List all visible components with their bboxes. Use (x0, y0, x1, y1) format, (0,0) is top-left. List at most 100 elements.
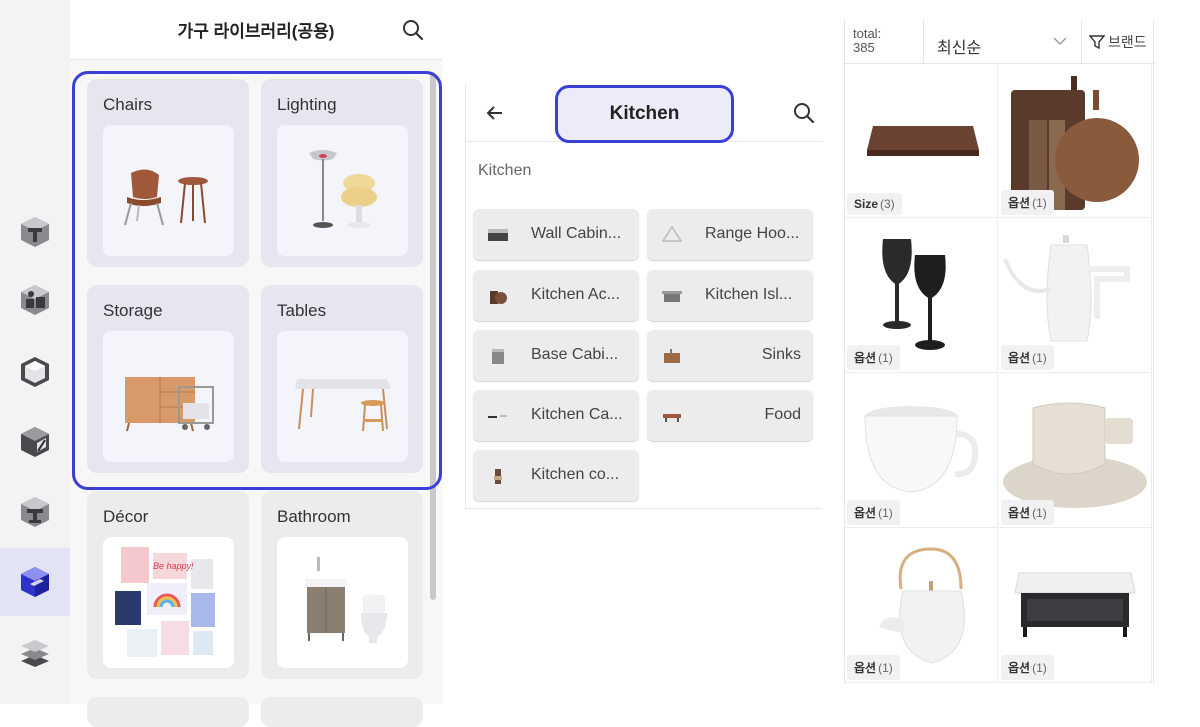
kitchen-item-label: Kitchen Isl... (705, 286, 793, 303)
total-count: total: 385 (853, 27, 913, 55)
kitchen-item-label: Sinks (761, 346, 801, 363)
wall-cabinet-icon (488, 229, 508, 241)
divider (1081, 20, 1082, 64)
kitchen-subtitle: Kitchen (478, 162, 532, 179)
category-label: Storage (103, 301, 163, 320)
total-value: 385 (853, 40, 875, 55)
kitchen-accessory-icon (490, 291, 507, 304)
category-more-2[interactable] (261, 697, 423, 727)
room-tool-button[interactable] (0, 338, 70, 406)
kitchen-item-food[interactable]: Food (647, 390, 813, 441)
product-card[interactable]: 옵션 (1) (999, 219, 1152, 373)
vanity-toilet-icon (305, 557, 387, 643)
decor-poster-text: Be happy! (153, 561, 194, 571)
storage-thumbnail (103, 331, 234, 462)
table-icon (295, 379, 391, 432)
kitchen-counter-icon (494, 469, 502, 484)
kitchen-item-label: Kitchen co... (531, 466, 620, 483)
category-decor[interactable]: Décor Be happy! (87, 491, 249, 679)
library-tool-button[interactable] (0, 548, 70, 616)
chair-icon (124, 169, 208, 226)
product-card[interactable]: 옵션 (1) (845, 219, 998, 373)
kitchen-item-base-cabinets[interactable]: Base Cabi... (473, 330, 639, 381)
range-hood-icon (661, 226, 683, 242)
product-card[interactable]: 옵션 (1) (999, 64, 1152, 218)
total-label: total: (853, 26, 882, 41)
lamp-icon (309, 150, 377, 228)
category-storage[interactable]: Storage (87, 285, 249, 473)
kitchen-island-icon (662, 291, 682, 302)
kitchen-item-wall-cabinets[interactable]: Wall Cabin... (473, 209, 639, 260)
option-badge: 옵션 (1) (1001, 655, 1054, 680)
option-badge: Size (3) (847, 193, 902, 215)
option-badge: 옵션 (1) (847, 655, 900, 680)
bathroom-thumbnail (277, 537, 408, 668)
product-card[interactable]: Size (3) (845, 64, 998, 218)
kitchen-panel: Kitchen Kitchen Wall Cabin... Range Hoo.… (465, 84, 823, 509)
sink-icon (664, 349, 680, 363)
kitchen-item-label: Food (764, 406, 801, 423)
kitchen-item-range-hoods[interactable]: Range Hoo... (647, 209, 813, 260)
category-bathroom[interactable]: Bathroom (261, 491, 423, 679)
kitchen-title: Kitchen (555, 85, 734, 143)
sort-select[interactable]: 최신순 (937, 34, 981, 58)
search-icon[interactable] (793, 102, 815, 124)
library-title: 가구 라이브러리(공용) (177, 22, 335, 41)
search-icon[interactable] (402, 19, 424, 41)
edit-cube-icon (21, 427, 49, 457)
edit-tool-button[interactable] (0, 408, 70, 476)
kitchen-item-carts[interactable]: Kitchen Ca... (473, 390, 639, 441)
kitchen-item-islands[interactable]: Kitchen Isl... (647, 270, 813, 321)
base-cabinet-icon (492, 349, 504, 364)
product-card[interactable]: 옵션 (1) (999, 529, 1152, 683)
brand-filter-button[interactable]: 브랜드 (1089, 31, 1147, 53)
kitchen-item-sinks[interactable]: Sinks (647, 330, 813, 381)
brand-filter-label: 브랜드 (1108, 34, 1147, 50)
kitchen-item-label: Kitchen Ca... (531, 406, 623, 423)
filter-icon (1089, 35, 1105, 50)
layers-tool-button[interactable] (0, 618, 70, 686)
product-card[interactable]: 옵션 (1) (845, 529, 998, 683)
furniture-tool-button[interactable] (0, 266, 70, 334)
back-arrow-icon[interactable] (484, 102, 506, 124)
chevron-down-icon[interactable] (1053, 36, 1067, 46)
room-cube-icon (21, 357, 49, 387)
kitchen-item-label: Base Cabi... (531, 346, 619, 363)
product-card[interactable]: 옵션 (1) (845, 374, 998, 528)
category-chairs[interactable]: Chairs (87, 79, 249, 267)
kitchen-item-accessories[interactable]: Kitchen Ac... (473, 270, 639, 321)
library-header: 가구 라이브러리(공용) (70, 0, 442, 60)
option-badge: 옵션 (1) (847, 500, 900, 525)
structure-cube-icon (21, 497, 49, 527)
kitchen-item-counters[interactable]: Kitchen co... (473, 450, 639, 501)
kitchen-item-label: Kitchen Ac... (531, 286, 620, 303)
category-label: Tables (277, 301, 327, 320)
tables-thumbnail (277, 331, 408, 462)
kitchen-cart-small-icon (488, 415, 507, 418)
option-badge: 옵션 (1) (1001, 345, 1054, 370)
product-grid-panel: total: 385 최신순 브랜드 Size (3) 옵션 (1) 옵션 (1… (844, 20, 1155, 684)
furniture-cube-icon (21, 285, 49, 315)
category-label: Décor (103, 507, 149, 526)
wall-tool-button[interactable] (0, 198, 70, 266)
food-icon (663, 414, 681, 422)
chairs-thumbnail (103, 125, 234, 256)
option-badge: 옵션 (1) (1001, 190, 1054, 215)
option-badge: 옵션 (1) (847, 345, 900, 370)
category-lighting[interactable]: Lighting (261, 79, 423, 267)
product-toolbar: total: 385 최신순 브랜드 (845, 20, 1155, 64)
product-card[interactable]: 옵션 (1) (999, 374, 1152, 528)
decor-thumbnail: Be happy! (103, 537, 234, 668)
furniture-library-panel: 가구 라이브러리(공용) Chairs Lighting Storage Tab… (70, 0, 442, 727)
library-scrollbar[interactable] (430, 72, 436, 600)
posters-icon (115, 547, 215, 657)
category-label: Chairs (103, 95, 153, 114)
library-cube-icon (21, 567, 49, 597)
category-more-1[interactable] (87, 697, 249, 727)
category-label: Lighting (277, 95, 337, 114)
tool-rail (0, 0, 70, 704)
structure-tool-button[interactable] (0, 478, 70, 546)
kitchen-item-label: Range Hoo... (705, 225, 800, 242)
category-tables[interactable]: Tables (261, 285, 423, 473)
divider (923, 20, 924, 64)
